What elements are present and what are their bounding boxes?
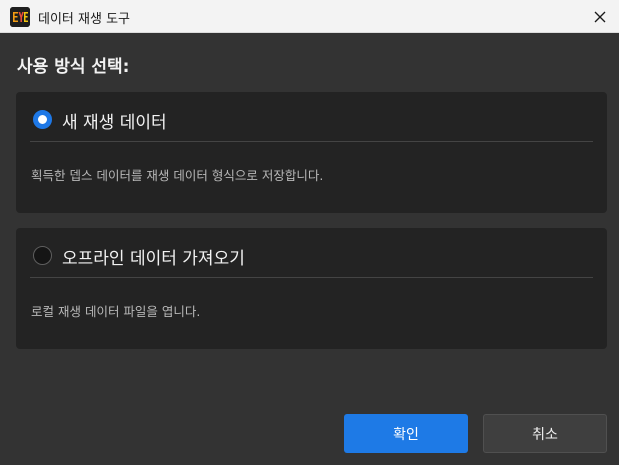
option-divider: [30, 141, 593, 142]
option-new-data[interactable]: 새 재생 데이터: [16, 92, 607, 142]
option-divider: [30, 277, 593, 278]
close-button[interactable]: [587, 4, 613, 30]
title-bar: 데이터 재생 도구: [0, 0, 619, 33]
confirm-button[interactable]: 확인: [344, 414, 468, 453]
radio-import-offline[interactable]: [33, 246, 52, 265]
option-card-import-offline: 오프라인 데이터 가져오기 로컬 재생 데이터 파일을 엽니다.: [16, 228, 607, 349]
eye-logo-icon: [10, 7, 30, 27]
option-label-new-data[interactable]: 새 재생 데이터: [62, 108, 167, 133]
window-title: 데이터 재생 도구: [38, 12, 130, 27]
radio-new-data[interactable]: [33, 110, 52, 129]
option-card-new-data: 새 재생 데이터 획득한 뎁스 데이터를 재생 데이터 형식으로 저장합니다.: [16, 92, 607, 213]
cancel-button[interactable]: 취소: [483, 414, 607, 453]
close-icon: [594, 11, 606, 23]
option-description-import-offline: 로컬 재생 데이터 파일을 엽니다.: [31, 304, 201, 319]
option-import-offline[interactable]: 오프라인 데이터 가져오기: [16, 228, 607, 278]
option-label-import-offline[interactable]: 오프라인 데이터 가져오기: [62, 244, 245, 269]
section-heading: 사용 방식 선택:: [17, 57, 130, 77]
option-description-new-data: 획득한 뎁스 데이터를 재생 데이터 형식으로 저장합니다.: [31, 168, 324, 183]
